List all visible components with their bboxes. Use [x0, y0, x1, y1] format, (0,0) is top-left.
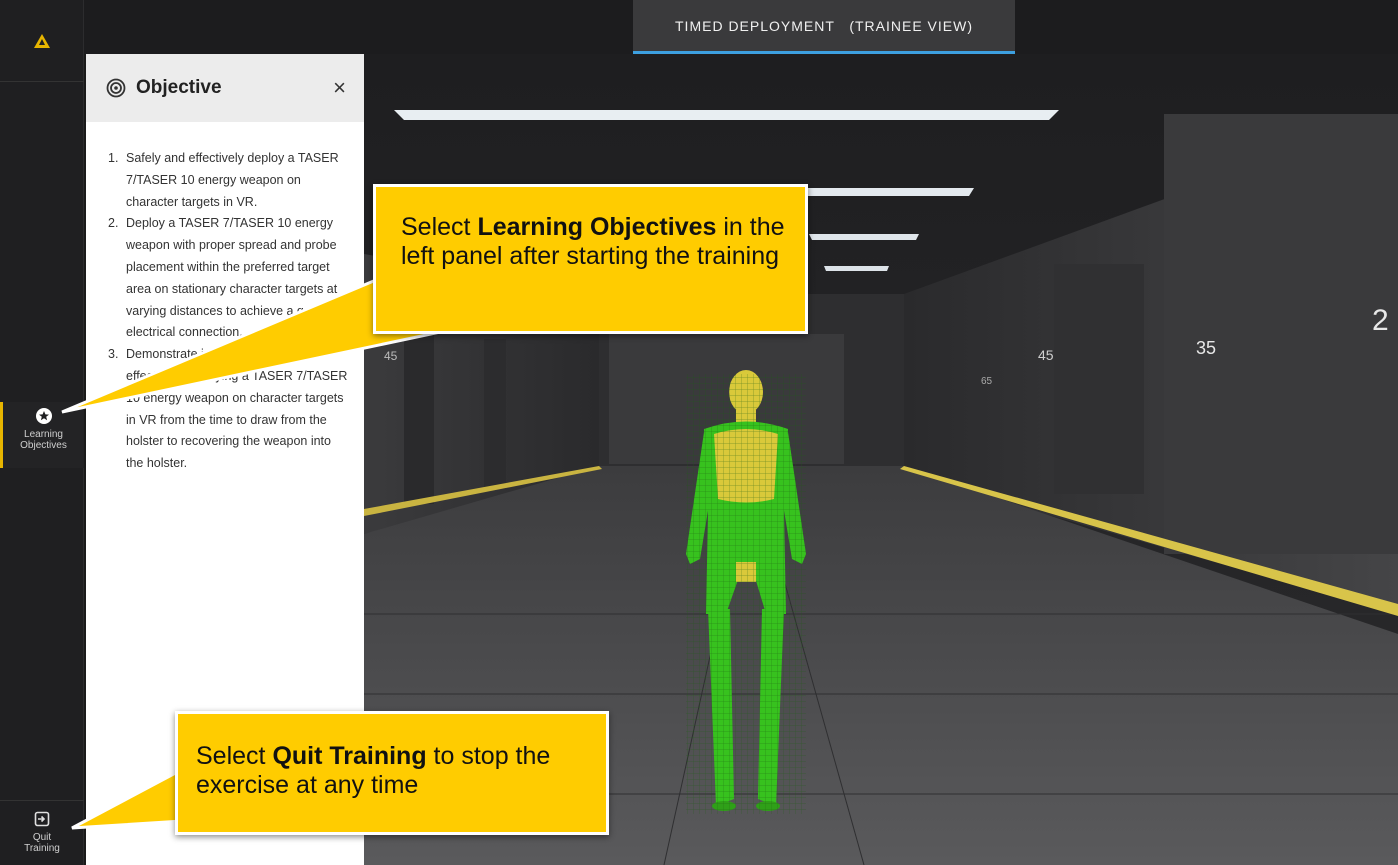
marker-35: 35 [1196, 338, 1216, 358]
quit-training-button[interactable]: Quit Training [0, 800, 84, 865]
objective-panel-title: Objective [136, 77, 222, 98]
left-rail: Learning Objectives Quit Training [0, 0, 84, 865]
scenario-title-tab: TIMED DEPLOYMENT (TRAINEE VIEW) [633, 0, 1015, 54]
objective-panel-header: Objective × [86, 54, 364, 122]
learning-objectives-button[interactable]: Learning Objectives [0, 402, 84, 468]
objective-list: 1. Safely and effectively deploy a TASER … [86, 122, 364, 475]
marker-45-right: 45 [1038, 347, 1054, 363]
target-icon [106, 78, 126, 98]
learning-objectives-label-2: Objectives [20, 440, 67, 451]
top-bar: TIMED DEPLOYMENT (TRAINEE VIEW) [84, 0, 1398, 54]
app-logo-icon [0, 0, 84, 82]
learning-objectives-label-1: Learning [24, 429, 63, 440]
quit-training-label-2: Training [24, 843, 60, 854]
quit-training-label-1: Quit [32, 832, 52, 843]
exit-icon [34, 811, 50, 827]
star-icon [35, 408, 52, 424]
quit-training-callout: Select Quit Training to stop the exercis… [175, 711, 609, 835]
objective-item: 3. Demonstrate increased efficiency in ef… [108, 347, 348, 471]
objective-item: 1. Safely and effectively deploy a TASER … [108, 151, 339, 209]
objective-item: 2. Deploy a TASER 7/TASER 10 energy weapo… [108, 216, 338, 340]
marker-45-left: 45 [384, 349, 398, 363]
marker-65: 65 [981, 376, 993, 387]
marker-2: 2 [1372, 304, 1389, 337]
character-target [686, 370, 806, 814]
learning-objectives-callout: Select Learning Objectives in the left p… [373, 184, 808, 334]
close-icon[interactable]: × [333, 75, 346, 101]
